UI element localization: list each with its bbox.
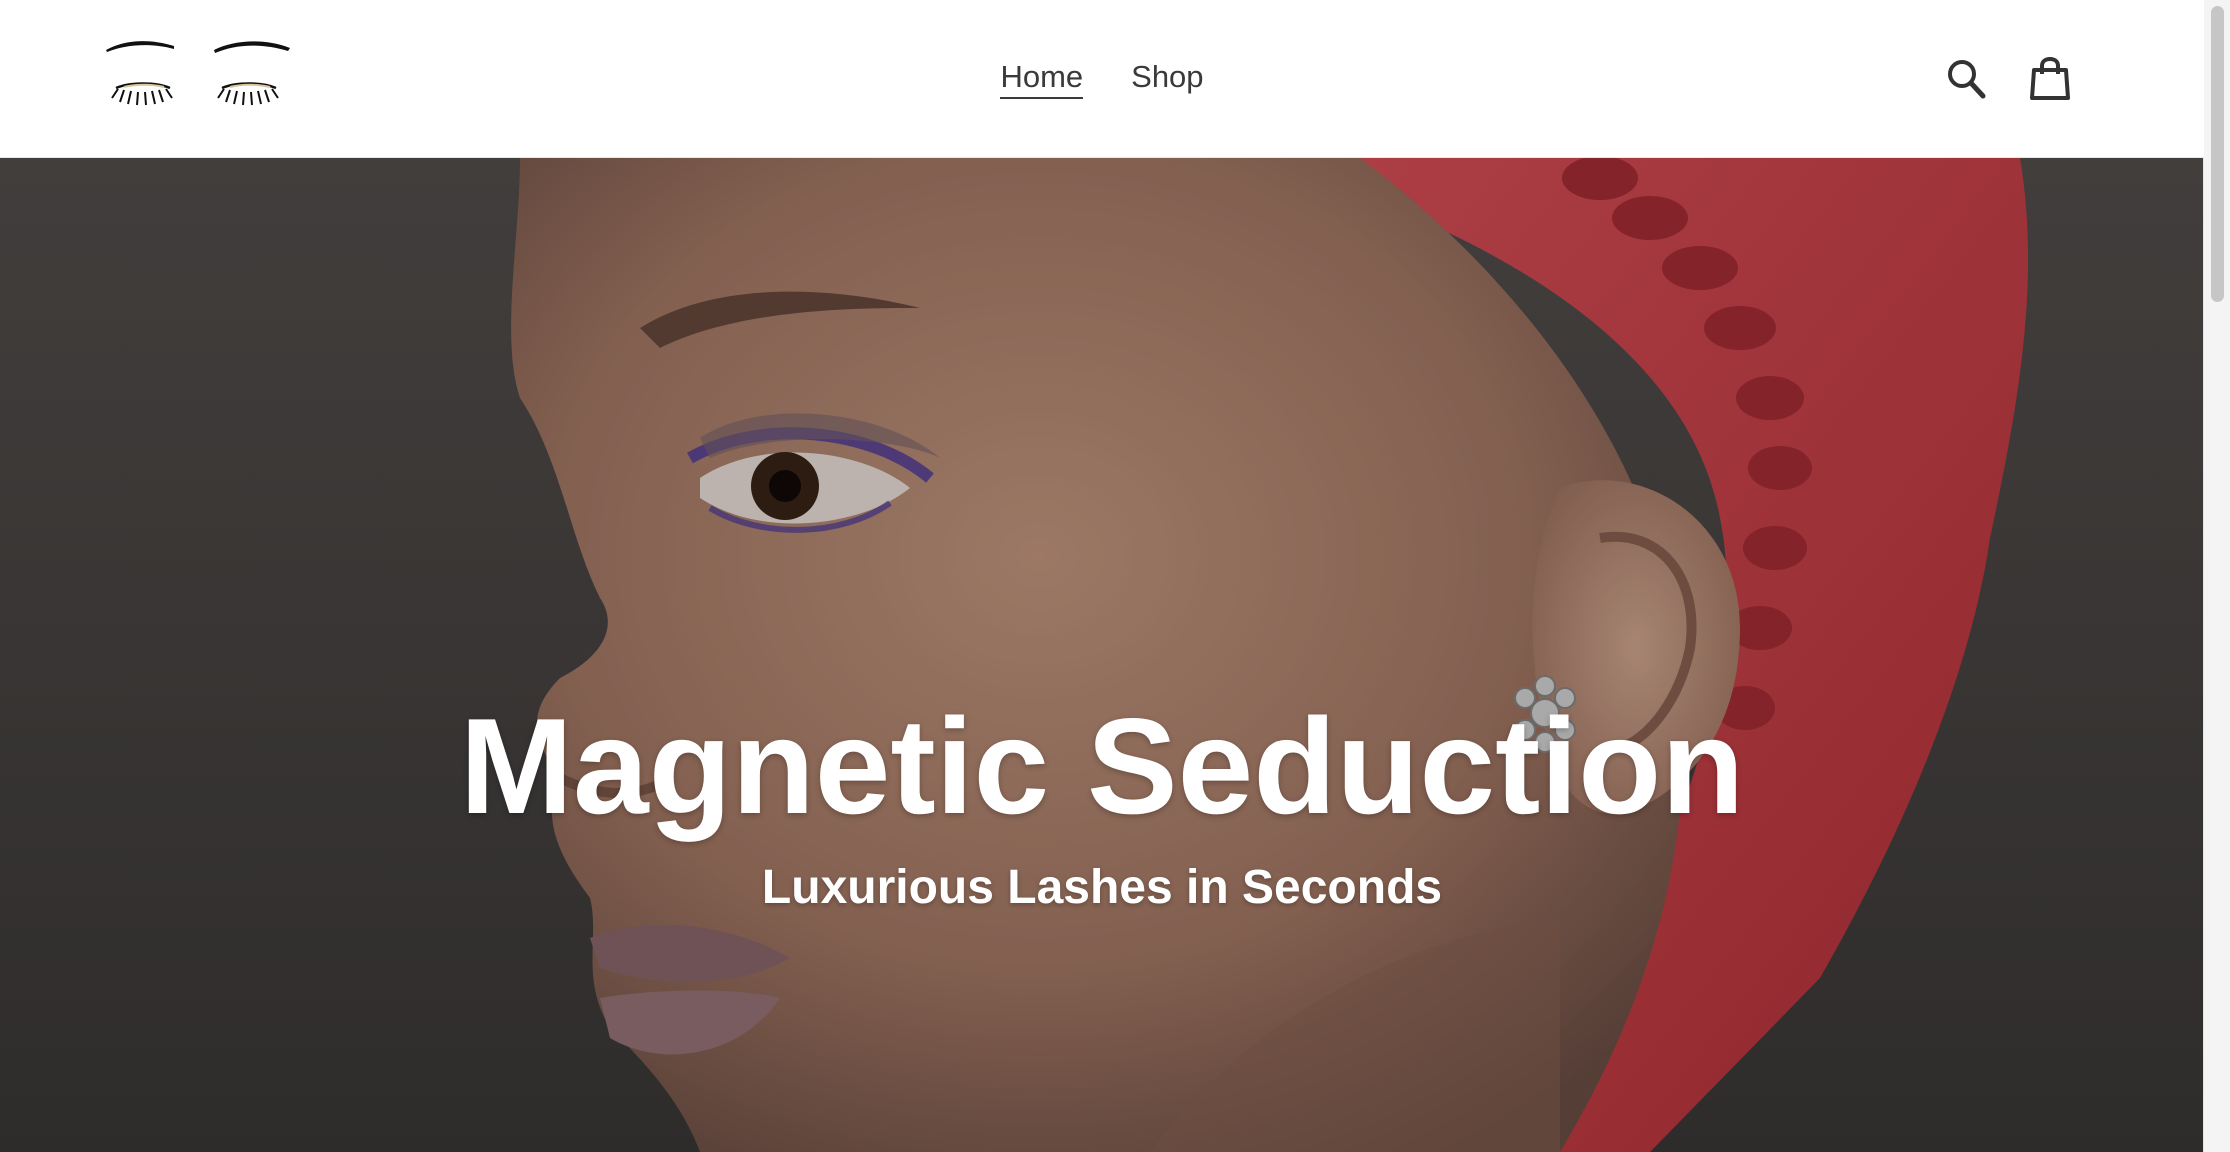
- hero-banner: Magnetic Seduction Luxurious Lashes in S…: [0, 158, 2204, 1152]
- eyelash-logo-icon: [106, 41, 290, 106]
- scrollbar-thumb[interactable]: [2211, 6, 2224, 302]
- hero-title: Magnetic Seduction: [459, 690, 1745, 842]
- search-icon: [1948, 60, 1986, 99]
- nav-home-link[interactable]: Home: [1000, 59, 1084, 99]
- cart-button[interactable]: [2028, 55, 2072, 103]
- brand-logo[interactable]: [104, 36, 294, 116]
- main-nav: Home Shop: [0, 0, 2204, 157]
- site-header: Home Shop: [0, 0, 2204, 158]
- search-button[interactable]: [1944, 55, 1988, 103]
- hero-overlay: [0, 158, 2204, 1152]
- page: Home Shop Magnetic Seduction Luxurious L…: [0, 0, 2230, 1152]
- nav-shop-link[interactable]: Shop: [1131, 59, 1203, 99]
- header-actions: [1944, 55, 2072, 103]
- hero-subtitle: Luxurious Lashes in Seconds: [761, 861, 1443, 914]
- page-scrollbar[interactable]: [2203, 0, 2230, 1152]
- shopping-bag-icon: [2030, 57, 2070, 100]
